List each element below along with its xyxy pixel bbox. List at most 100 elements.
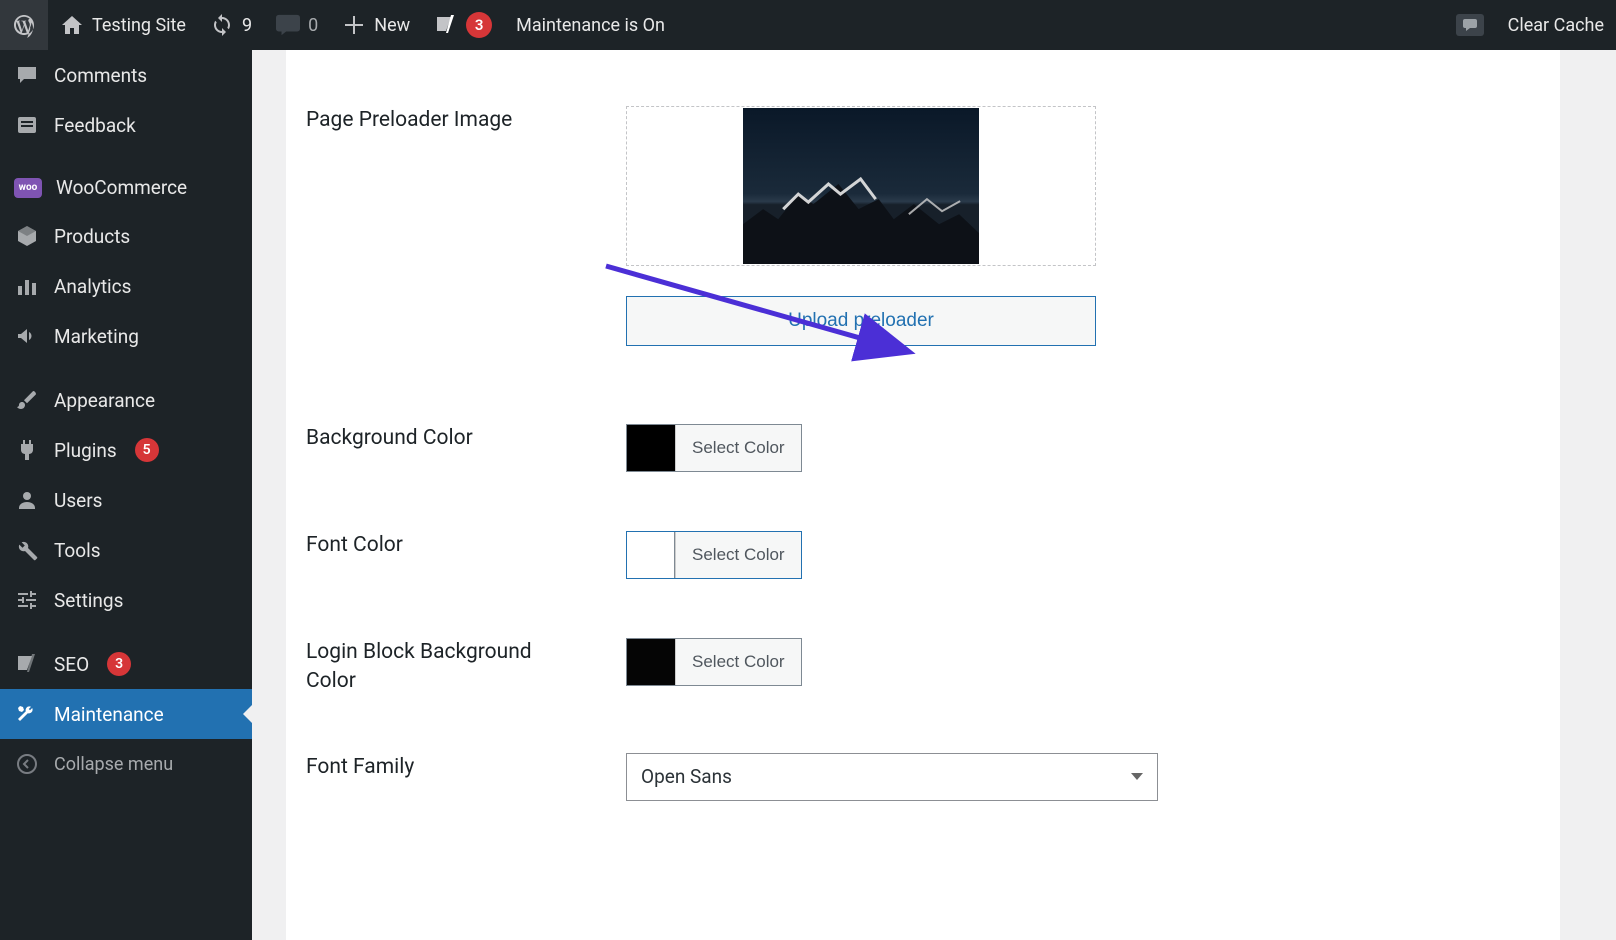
preview-thumbnail (743, 108, 979, 264)
field-font-color: Font Color Select Color (306, 475, 1540, 582)
sidebar-item-seo[interactable]: SEO 3 (0, 639, 252, 689)
sidebar-item-users[interactable]: Users (0, 475, 252, 525)
sidebar-label: Maintenance (54, 703, 164, 726)
font-family-select[interactable]: Open Sans (626, 753, 1158, 801)
sidebar-item-appearance[interactable]: Appearance (0, 375, 252, 425)
select-color-button[interactable]: Select Color (675, 425, 801, 471)
site-name-link[interactable]: Testing Site (48, 0, 198, 50)
field-label: Login Block Background Color (306, 638, 586, 697)
wrench-icon (14, 537, 40, 563)
field-control: Select Color (626, 531, 1540, 582)
sidebar-label: Comments (54, 64, 147, 87)
site-name-text: Testing Site (92, 15, 186, 36)
notifications-button[interactable] (1444, 0, 1496, 50)
updates-count: 9 (242, 15, 252, 36)
color-picker[interactable]: Select Color (626, 531, 802, 579)
sidebar-item-plugins[interactable]: Plugins 5 (0, 425, 252, 475)
yoast-icon (434, 13, 458, 37)
maintenance-status[interactable]: Maintenance is On (504, 0, 677, 50)
chevron-down-icon (1131, 773, 1143, 780)
select-value: Open Sans (641, 765, 732, 788)
wordpress-icon (12, 13, 36, 37)
sidebar-label: SEO (54, 653, 89, 676)
preloader-image-preview[interactable] (626, 106, 1096, 266)
field-label: Background Color (306, 424, 586, 453)
plug-icon (14, 437, 40, 463)
sidebar-item-woocommerce[interactable]: woo WooCommerce (0, 164, 252, 211)
field-background-color: Background Color Select Color (306, 346, 1540, 475)
select-color-button[interactable]: Select Color (675, 532, 801, 578)
plus-icon (342, 13, 366, 37)
admin-bar: Testing Site 9 0 New 3 Maint (0, 0, 1616, 50)
sidebar-item-feedback[interactable]: Feedback (0, 100, 252, 150)
comments-count: 0 (308, 15, 318, 36)
yoast-badge: 3 (466, 12, 492, 38)
yoast-icon (14, 651, 40, 677)
sidebar-label: Users (54, 489, 102, 512)
sidebar-label: Marketing (54, 325, 139, 348)
sliders-icon (14, 587, 40, 613)
user-icon (14, 487, 40, 513)
sidebar-item-marketing[interactable]: Marketing (0, 311, 252, 361)
field-label: Page Preloader Image (306, 106, 586, 135)
menu-separator (0, 625, 252, 639)
plugins-badge: 5 (135, 438, 159, 462)
woocommerce-icon: woo (14, 178, 42, 198)
color-swatch[interactable] (627, 639, 675, 685)
sidebar-label: Settings (54, 589, 123, 612)
sidebar-item-comments[interactable]: Comments (0, 50, 252, 100)
field-control: Upload preloader (626, 106, 1540, 346)
sidebar-item-analytics[interactable]: Analytics (0, 261, 252, 311)
comments-link[interactable]: 0 (264, 0, 330, 50)
feedback-icon (14, 112, 40, 138)
color-swatch[interactable] (627, 425, 675, 471)
admin-sidebar: Comments Feedback woo WooCommerce Produc… (0, 50, 252, 940)
chart-icon (14, 273, 40, 299)
field-preloader-image: Page Preloader Image Upload preloader (306, 50, 1540, 346)
tools-icon (14, 701, 40, 727)
collapse-label: Collapse menu (54, 754, 173, 775)
field-label: Font Color (306, 531, 586, 560)
main-content: Page Preloader Image Upload preloader (252, 50, 1616, 940)
sidebar-label: Products (54, 225, 130, 248)
sidebar-label: Plugins (54, 439, 117, 462)
sidebar-item-tools[interactable]: Tools (0, 525, 252, 575)
comment-icon (14, 62, 40, 88)
clear-cache-link[interactable]: Clear Cache (1496, 0, 1616, 50)
sidebar-item-settings[interactable]: Settings (0, 575, 252, 625)
yoast-link[interactable]: 3 (422, 0, 504, 50)
sidebar-item-maintenance[interactable]: Maintenance (0, 689, 252, 739)
new-label: New (374, 15, 410, 36)
color-picker[interactable]: Select Color (626, 424, 802, 472)
collapse-icon (14, 751, 40, 777)
field-control: Select Color (626, 424, 1540, 475)
select-color-button[interactable]: Select Color (675, 639, 801, 685)
field-label: Font Family (306, 753, 586, 782)
updates-link[interactable]: 9 (198, 0, 264, 50)
field-control: Open Sans (626, 753, 1540, 801)
refresh-icon (210, 13, 234, 37)
seo-badge: 3 (107, 652, 131, 676)
comment-icon (276, 13, 300, 37)
collapse-menu-button[interactable]: Collapse menu (0, 739, 252, 789)
field-font-family: Font Family Open Sans (306, 697, 1540, 801)
sidebar-label: Appearance (54, 389, 155, 412)
menu-separator (0, 361, 252, 375)
maintenance-label: Maintenance is On (516, 15, 665, 36)
notification-icon (1456, 14, 1484, 36)
color-swatch[interactable] (627, 532, 675, 578)
clear-cache-label: Clear Cache (1508, 15, 1604, 36)
brush-icon (14, 387, 40, 413)
home-icon (60, 13, 84, 37)
admin-bar-right: Clear Cache (1444, 0, 1616, 50)
sidebar-label: WooCommerce (56, 176, 187, 199)
settings-panel: Page Preloader Image Upload preloader (286, 50, 1560, 940)
wp-logo[interactable] (0, 0, 48, 50)
upload-preloader-button[interactable]: Upload preloader (626, 296, 1096, 346)
megaphone-icon (14, 323, 40, 349)
new-content-link[interactable]: New (330, 0, 422, 50)
sidebar-label: Analytics (54, 275, 131, 298)
color-picker[interactable]: Select Color (626, 638, 802, 686)
sidebar-item-products[interactable]: Products (0, 211, 252, 261)
sidebar-label: Tools (54, 539, 101, 562)
